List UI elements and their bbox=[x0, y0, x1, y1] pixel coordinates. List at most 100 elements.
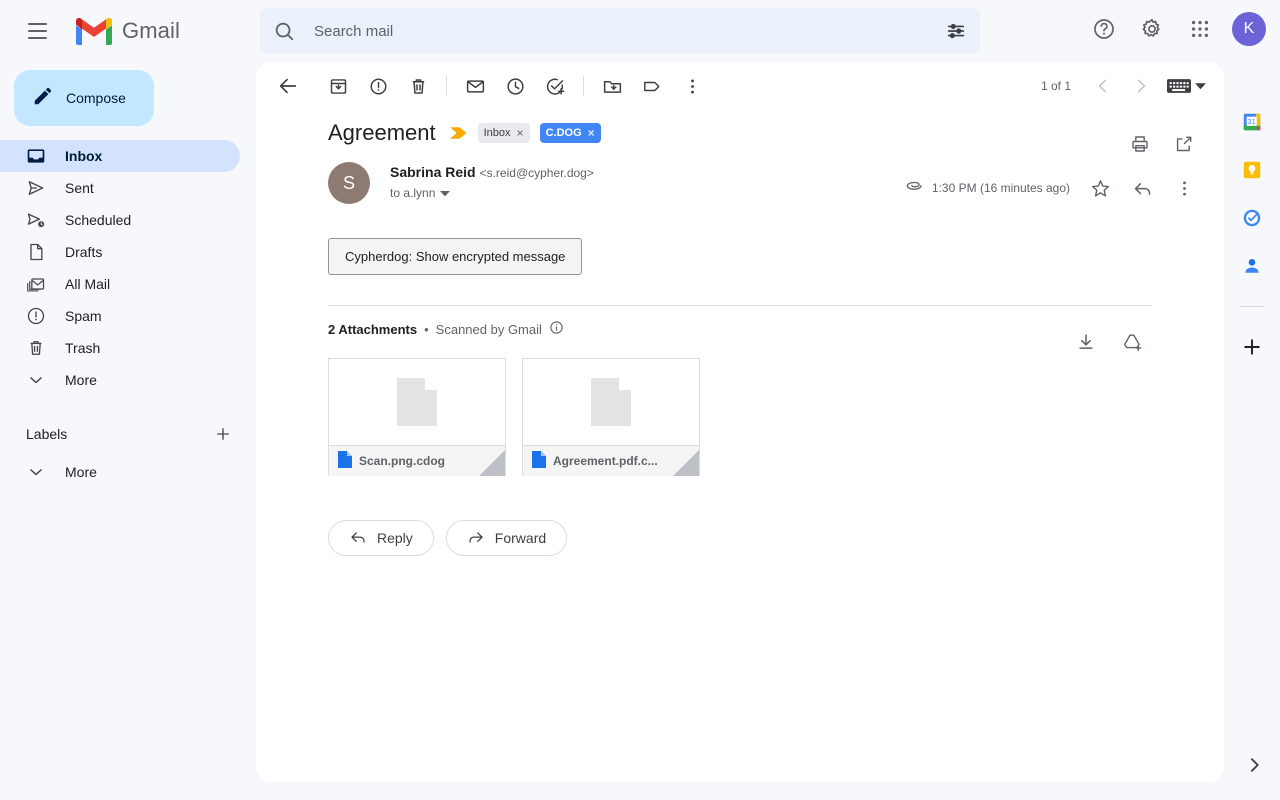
google-contacts-icon[interactable] bbox=[1240, 254, 1264, 278]
sender-line: Sabrina Reid <s.reid@cypher.dog> bbox=[390, 164, 594, 182]
archive-icon[interactable] bbox=[318, 66, 358, 106]
search-input[interactable] bbox=[308, 22, 932, 40]
side-panel-divider bbox=[1240, 306, 1264, 307]
sidebar-item-label: Scheduled bbox=[65, 212, 132, 228]
reply-arrow-icon bbox=[349, 528, 367, 549]
bottom-strip bbox=[0, 796, 1280, 800]
sidebar-item-scheduled[interactable]: Scheduled bbox=[0, 204, 240, 236]
close-icon[interactable]: × bbox=[517, 126, 524, 140]
file-blue-icon bbox=[338, 451, 352, 471]
labels-header: Labels bbox=[0, 418, 256, 450]
more-vertical-icon[interactable] bbox=[1164, 168, 1204, 208]
close-icon[interactable]: × bbox=[588, 126, 595, 140]
caret-down-icon bbox=[1195, 77, 1206, 95]
hamburger-icon[interactable] bbox=[13, 7, 61, 55]
attachment-name: Agreement.pdf.c... bbox=[553, 454, 658, 468]
compose-label: Compose bbox=[66, 90, 126, 106]
search-bar[interactable] bbox=[260, 8, 980, 54]
sidebar-item-label: More bbox=[65, 372, 97, 388]
toolbar-divider bbox=[446, 76, 447, 96]
chevron-left-icon[interactable] bbox=[1085, 68, 1121, 104]
message-footer-actions: Reply Forward bbox=[328, 520, 1224, 556]
subject-row: Agreement Inbox × C.DOG × bbox=[256, 110, 1224, 152]
sidebar-item-drafts[interactable]: Drafts bbox=[0, 236, 240, 268]
attachment-card[interactable]: Scan.png.cdog bbox=[328, 358, 506, 476]
document-placeholder-icon bbox=[329, 359, 505, 445]
arrow-back-icon[interactable] bbox=[268, 66, 308, 106]
attachments-count: 2 Attachments bbox=[328, 321, 418, 337]
reply-icon[interactable] bbox=[1122, 168, 1162, 208]
message-panel: 1 of 1 Agreement Inbox × C.DOG × S Sabri… bbox=[256, 62, 1224, 782]
file-blue-icon bbox=[532, 451, 546, 471]
google-calendar-icon[interactable]: 31 bbox=[1240, 110, 1264, 134]
recipient-toggle[interactable]: to a.lynn bbox=[390, 186, 594, 200]
label-chip-cdog[interactable]: C.DOG × bbox=[539, 123, 601, 143]
attachments-actions bbox=[1066, 322, 1152, 362]
importance-marker-icon[interactable] bbox=[449, 126, 468, 140]
download-icon[interactable] bbox=[1066, 322, 1106, 362]
attachment-card[interactable]: Agreement.pdf.c... bbox=[522, 358, 700, 476]
reply-button[interactable]: Reply bbox=[328, 520, 434, 556]
sender-name: Sabrina Reid bbox=[390, 164, 476, 180]
chevron-right-icon[interactable] bbox=[1123, 68, 1159, 104]
header-actions: K bbox=[1082, 7, 1266, 51]
forward-arrow-icon bbox=[467, 528, 485, 549]
sidebar-item-label: Trash bbox=[65, 340, 101, 356]
inbox-icon bbox=[26, 146, 46, 166]
help-icon[interactable] bbox=[1082, 7, 1126, 51]
chevron-right-icon[interactable] bbox=[1244, 755, 1264, 780]
plus-icon[interactable] bbox=[212, 423, 234, 445]
apps-grid-icon[interactable] bbox=[1178, 7, 1222, 51]
label-chip-inbox[interactable]: Inbox × bbox=[477, 123, 530, 143]
delete-icon[interactable] bbox=[398, 66, 438, 106]
gear-icon[interactable] bbox=[1130, 7, 1174, 51]
more-vertical-icon[interactable] bbox=[672, 66, 712, 106]
info-icon[interactable] bbox=[549, 320, 564, 338]
show-encrypted-message-button[interactable]: Cypherdog: Show encrypted message bbox=[328, 238, 583, 275]
caret-down-icon bbox=[440, 186, 451, 200]
search-icon[interactable] bbox=[260, 8, 308, 54]
add-to-drive-icon[interactable] bbox=[1112, 322, 1152, 362]
sidebar-item-trash[interactable]: Trash bbox=[0, 332, 240, 364]
envelope-icon[interactable] bbox=[455, 66, 495, 106]
move-to-folder-icon[interactable] bbox=[592, 66, 632, 106]
chevron-down-icon bbox=[26, 370, 46, 390]
sidebar-nav: Inbox Sent Scheduled Drafts All Mail Spa… bbox=[0, 140, 256, 396]
attachment-fold-corner bbox=[673, 450, 699, 476]
google-keep-icon[interactable] bbox=[1240, 158, 1264, 182]
top-bar: Gmail Search mail K bbox=[0, 0, 1280, 62]
keyboard-icon[interactable] bbox=[1161, 68, 1212, 104]
gmail-brand[interactable]: Gmail bbox=[73, 15, 180, 47]
sender-info: Sabrina Reid <s.reid@cypher.dog> to a.lyn… bbox=[390, 162, 594, 204]
compose-button[interactable]: Compose bbox=[14, 70, 154, 126]
sidebar-labels-more[interactable]: More bbox=[0, 456, 240, 488]
sidebar-item-more[interactable]: More bbox=[0, 364, 240, 396]
sidebar-item-label: More bbox=[65, 464, 97, 480]
pencil-icon bbox=[32, 85, 54, 112]
sidebar-item-all-mail[interactable]: All Mail bbox=[0, 268, 240, 300]
pager-count: 1 of 1 bbox=[1040, 79, 1071, 93]
sidebar-item-inbox[interactable]: Inbox bbox=[0, 140, 240, 172]
toolbar-divider bbox=[583, 76, 584, 96]
avatar[interactable]: S bbox=[328, 162, 370, 204]
label-tag-icon[interactable] bbox=[632, 66, 672, 106]
report-spam-icon[interactable] bbox=[358, 66, 398, 106]
sender-email: <s.reid@cypher.dog> bbox=[479, 166, 594, 180]
star-outline-icon[interactable] bbox=[1080, 168, 1120, 208]
forward-button[interactable]: Forward bbox=[445, 520, 568, 556]
avatar[interactable]: K bbox=[1232, 12, 1266, 46]
add-task-icon[interactable] bbox=[535, 66, 575, 106]
trash-icon bbox=[26, 338, 46, 358]
sidebar-item-spam[interactable]: Spam bbox=[0, 300, 240, 332]
clock-icon[interactable] bbox=[495, 66, 535, 106]
google-tasks-icon[interactable] bbox=[1240, 206, 1264, 230]
plus-icon[interactable] bbox=[1240, 335, 1264, 359]
sidebar-item-sent[interactable]: Sent bbox=[0, 172, 240, 204]
attachment-list: Scan.png.cdog Agreement.pdf.c... bbox=[328, 358, 1152, 476]
recipient-label: to a.lynn bbox=[390, 186, 436, 200]
attachment-fold-corner bbox=[479, 450, 505, 476]
sidebar-item-label: All Mail bbox=[65, 276, 111, 292]
spam-icon bbox=[26, 306, 46, 326]
sender-row: S Sabrina Reid <s.reid@cypher.dog> to a.l… bbox=[256, 146, 1224, 204]
search-options-icon[interactable] bbox=[932, 8, 980, 54]
